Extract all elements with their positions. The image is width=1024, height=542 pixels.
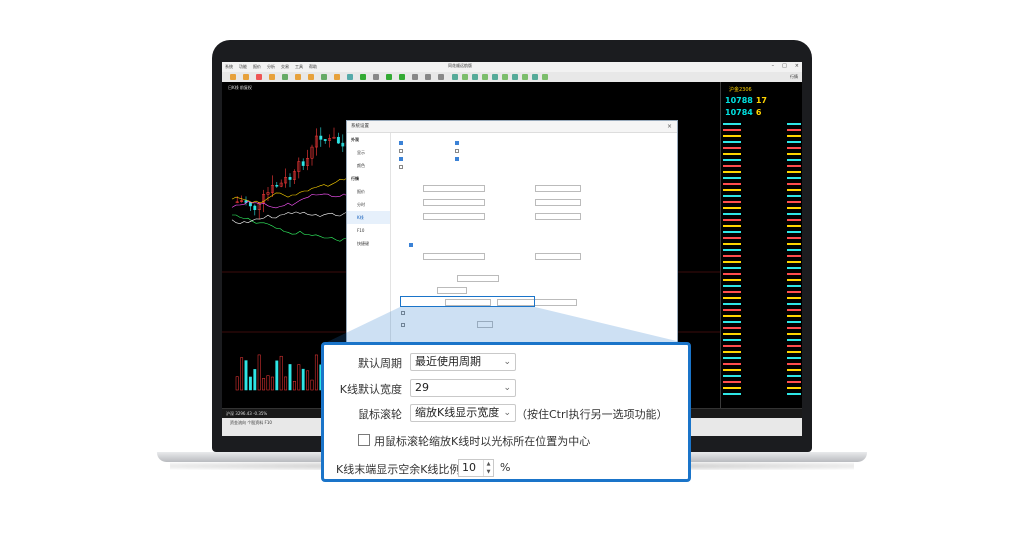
stepper-arrows-icon[interactable]: ▲ ▼ bbox=[483, 460, 493, 476]
wheel-label: 鼠标滚轮 bbox=[358, 408, 402, 421]
chevron-down-icon: ⌄ bbox=[503, 408, 511, 418]
zoomed-settings-panel: 默认周期 最近使用周期 ⌄ K线默认宽度 29 ⌄ 鼠标滚轮 缩放K线显示宽度 … bbox=[321, 342, 691, 482]
kline-width-select[interactable]: 29 ⌄ bbox=[410, 379, 516, 397]
kline-width-value: 29 bbox=[415, 381, 429, 394]
period-select[interactable]: 最近使用周期 ⌄ bbox=[410, 353, 516, 371]
period-select-value: 最近使用周期 bbox=[415, 355, 481, 368]
kline-width-label: K线默认宽度 bbox=[339, 383, 402, 396]
callout-wedge-shape bbox=[323, 307, 689, 344]
chevron-down-icon: ⌄ bbox=[503, 357, 511, 367]
tail-ratio-label: K线末端显示空余K线比例 bbox=[336, 463, 461, 476]
center-on-cursor-checkbox[interactable] bbox=[358, 434, 370, 446]
period-label: 默认周期 bbox=[358, 357, 402, 370]
wheel-select[interactable]: 缩放K线显示宽度 ⌄ bbox=[410, 404, 516, 422]
wheel-hint: （按住Ctrl执行另一选项功能） bbox=[516, 408, 668, 421]
tail-ratio-stepper[interactable]: 10 ▲ ▼ bbox=[458, 459, 494, 477]
center-on-cursor-label: 用鼠标滚轮缩放K线时以光标所在位置为中心 bbox=[374, 435, 591, 448]
wheel-select-value: 缩放K线显示宽度 bbox=[415, 406, 500, 419]
tail-ratio-value: 10 bbox=[462, 461, 476, 474]
tail-ratio-unit: % bbox=[500, 461, 511, 474]
chevron-down-icon: ⌄ bbox=[503, 383, 511, 393]
